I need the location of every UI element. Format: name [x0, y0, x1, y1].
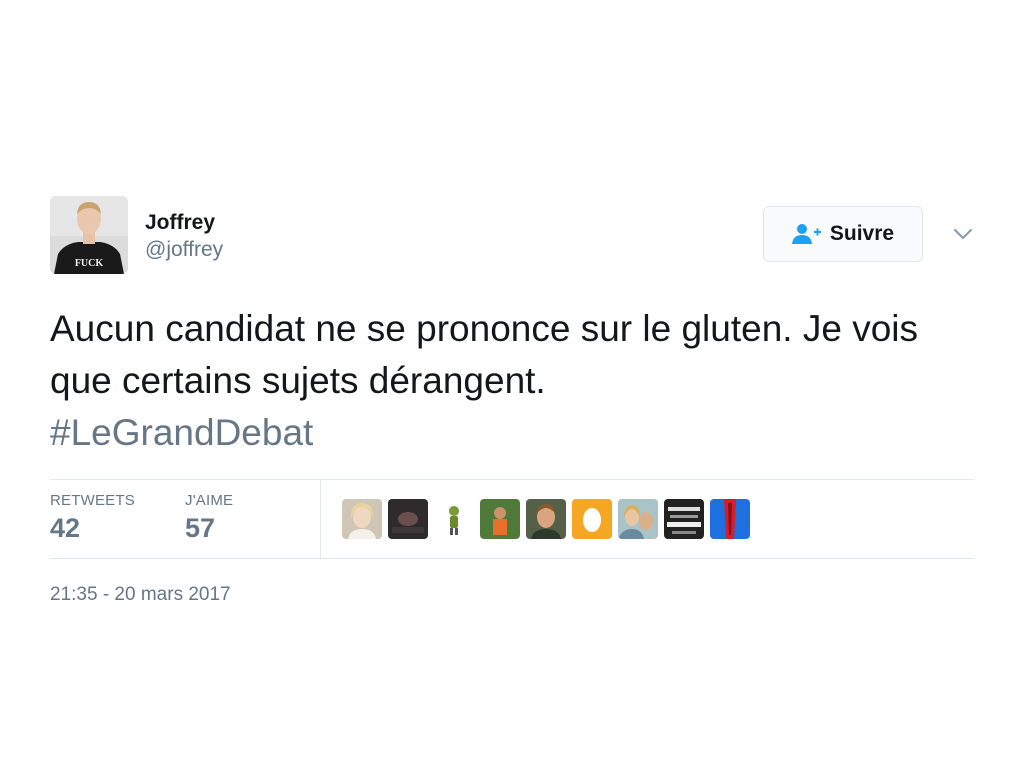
liker-avatar-1[interactable] [342, 499, 382, 539]
tweet-header: FUCK Joffrey @joffrey Suivre [50, 196, 974, 276]
follow-button-label: Suivre [829, 222, 895, 245]
svg-text:FUCK: FUCK [75, 258, 104, 269]
liker-avatar-3[interactable] [434, 499, 474, 539]
chevron-down-icon [954, 229, 972, 239]
liker-avatar-6[interactable] [572, 499, 612, 539]
retweets-count: 42 [50, 513, 81, 543]
author-names: Joffrey @joffrey [145, 210, 223, 264]
liker-avatar-8[interactable] [664, 499, 704, 539]
stats-divider [320, 480, 321, 558]
tweet-stats: RETWEETS 42 J'AIME 57 [50, 479, 974, 559]
retweets-stat[interactable]: RETWEETS 42 [50, 492, 135, 544]
liker-avatars [342, 499, 750, 539]
add-user-icon [791, 224, 821, 244]
more-options-button[interactable] [952, 224, 974, 244]
liker-avatar-2[interactable] [388, 499, 428, 539]
tweet-text: Aucun candidat ne se prononce sur le glu… [50, 303, 974, 459]
author-display-name[interactable]: Joffrey [145, 210, 223, 236]
likes-label: J'AIME [185, 492, 234, 509]
likes-count: 57 [185, 513, 216, 543]
tweet-timestamp[interactable]: 21:35 - 20 mars 2017 [50, 584, 974, 606]
author-avatar[interactable]: FUCK [50, 196, 128, 274]
tweet-card: FUCK Joffrey @joffrey Suivre Aucun candi… [50, 196, 974, 606]
retweets-label: RETWEETS [50, 492, 135, 509]
liker-avatar-5[interactable] [526, 499, 566, 539]
author-avatar-image: FUCK [50, 196, 128, 274]
hashtag-link[interactable]: #LeGrandDebat [50, 412, 313, 453]
follow-button[interactable]: Suivre [763, 206, 923, 262]
liker-avatar-4[interactable] [480, 499, 520, 539]
likes-stat[interactable]: J'AIME 57 [185, 492, 233, 544]
tweet-body: Aucun candidat ne se prononce sur le glu… [50, 308, 919, 401]
liker-avatar-9[interactable] [710, 499, 750, 539]
author-handle[interactable]: @joffrey [145, 236, 223, 264]
liker-avatar-7[interactable] [618, 499, 658, 539]
